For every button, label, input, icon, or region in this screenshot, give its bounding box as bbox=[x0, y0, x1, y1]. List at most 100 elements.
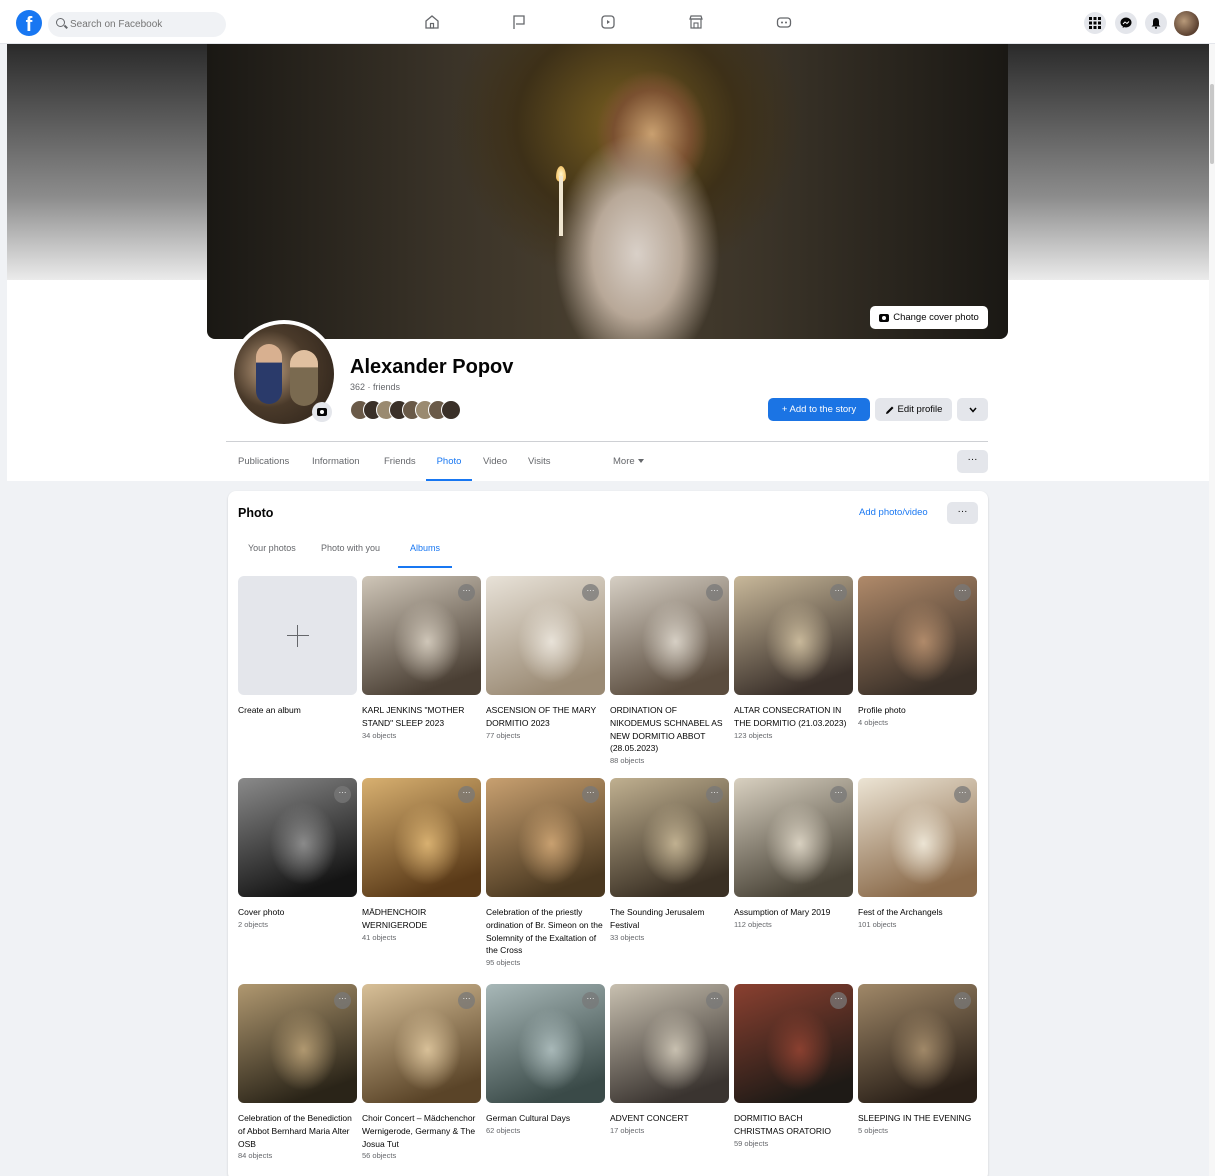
album-options-button[interactable]: ··· bbox=[830, 992, 847, 1009]
album-cover-image[interactable]: ··· bbox=[362, 778, 481, 897]
album-options-button[interactable]: ··· bbox=[954, 992, 971, 1009]
album-cover-image[interactable]: ··· bbox=[238, 984, 357, 1103]
album-tile[interactable]: ··· SLEEPING IN THE EVENING 5 objects bbox=[858, 984, 977, 1136]
album-options-button[interactable]: ··· bbox=[582, 584, 599, 601]
album-title[interactable]: Celebration of the priestly ordination o… bbox=[486, 906, 605, 957]
messenger-icon[interactable] bbox=[1115, 12, 1137, 34]
flag-icon[interactable] bbox=[511, 14, 527, 30]
update-profile-picture-button[interactable] bbox=[312, 402, 332, 422]
facebook-logo[interactable]: f bbox=[16, 10, 42, 36]
edit-profile-button[interactable]: Edit profile bbox=[875, 398, 952, 421]
album-options-button[interactable]: ··· bbox=[582, 992, 599, 1009]
more-options-button[interactable]: ··· bbox=[957, 450, 988, 473]
friend-avatar[interactable] bbox=[441, 400, 461, 420]
video-play-icon[interactable] bbox=[600, 14, 616, 30]
album-title[interactable]: Profile photo bbox=[858, 704, 977, 717]
album-tile[interactable]: ··· Profile photo 4 objects bbox=[858, 576, 977, 728]
album-title[interactable]: MÄDHENCHOIR WERNIGERODE bbox=[362, 906, 481, 932]
tab-friends[interactable]: Friends bbox=[384, 444, 416, 481]
photo-section-options-button[interactable]: ··· bbox=[947, 502, 978, 524]
album-tile[interactable]: ··· Cover photo 2 objects bbox=[238, 778, 357, 930]
album-cover-image[interactable]: ··· bbox=[362, 984, 481, 1103]
album-tile[interactable]: ··· MÄDHENCHOIR WERNIGERODE 41 objects bbox=[362, 778, 481, 943]
album-options-button[interactable]: ··· bbox=[458, 584, 475, 601]
create-album-tile[interactable]: Create an album bbox=[238, 576, 357, 717]
album-title[interactable]: ORDINATION OF NIKODEMUS SCHNABEL AS NEW … bbox=[610, 704, 729, 755]
album-title[interactable]: KARL JENKINS "MOTHER STAND" SLEEP 2023 bbox=[362, 704, 481, 730]
friends-count[interactable]: 362 · friends bbox=[350, 382, 400, 392]
album-options-button[interactable]: ··· bbox=[706, 992, 723, 1009]
album-tile[interactable]: ··· The Sounding Jerusalem Festival 33 obj… bbox=[610, 778, 729, 943]
subtab-your-photos[interactable]: Your photos bbox=[248, 534, 296, 568]
subtab-albums[interactable]: Albums bbox=[398, 534, 452, 568]
gaming-icon[interactable] bbox=[776, 14, 792, 30]
album-options-button[interactable]: ··· bbox=[954, 786, 971, 803]
album-title[interactable]: German Cultural Days bbox=[486, 1112, 605, 1125]
album-cover-image[interactable]: ··· bbox=[238, 778, 357, 897]
tab-publications[interactable]: Publications bbox=[238, 444, 289, 481]
album-options-button[interactable]: ··· bbox=[458, 786, 475, 803]
album-title[interactable]: SLEEPING IN THE EVENING bbox=[858, 1112, 977, 1125]
album-cover-image[interactable]: ··· bbox=[734, 778, 853, 897]
search-input[interactable] bbox=[70, 12, 220, 37]
album-cover-image[interactable]: ··· bbox=[734, 984, 853, 1103]
album-cover-image[interactable]: ··· bbox=[858, 778, 977, 897]
album-tile[interactable]: ··· Choir Concert – Mädchenchor Wernigero… bbox=[362, 984, 481, 1161]
album-options-button[interactable]: ··· bbox=[334, 786, 351, 803]
album-title[interactable]: Assumption of Mary 2019 bbox=[734, 906, 853, 919]
album-title[interactable]: ALTAR CONSECRATION IN THE DORMITIO (21.0… bbox=[734, 704, 853, 730]
album-tile[interactable]: ··· Fest of the Archangels 101 objects bbox=[858, 778, 977, 930]
album-title[interactable]: Fest of the Archangels bbox=[858, 906, 977, 919]
album-title[interactable]: ADVENT CONCERT bbox=[610, 1112, 729, 1125]
album-title[interactable]: Choir Concert – Mädchenchor Wernigerode,… bbox=[362, 1112, 481, 1150]
search-box[interactable] bbox=[48, 12, 226, 37]
album-options-button[interactable]: ··· bbox=[706, 584, 723, 601]
album-cover-image[interactable]: ··· bbox=[362, 576, 481, 695]
album-cover-image[interactable]: ··· bbox=[858, 576, 977, 695]
album-options-button[interactable]: ··· bbox=[830, 786, 847, 803]
subtab-photo-with-you[interactable]: Photo with you bbox=[321, 534, 380, 568]
album-tile[interactable]: ··· German Cultural Days 62 objects bbox=[486, 984, 605, 1136]
change-cover-photo-button[interactable]: Change cover photo bbox=[870, 306, 988, 329]
album-options-button[interactable]: ··· bbox=[458, 992, 475, 1009]
home-icon[interactable] bbox=[424, 14, 440, 30]
album-title[interactable]: Celebration of the Benediction of Abbot … bbox=[238, 1112, 357, 1150]
album-tile[interactable]: ··· ADVENT CONCERT 17 objects bbox=[610, 984, 729, 1136]
album-options-button[interactable]: ··· bbox=[706, 786, 723, 803]
album-tile[interactable]: ··· ASCENSION OF THE MARY DORMITIO 2023 77… bbox=[486, 576, 605, 741]
album-title[interactable]: The Sounding Jerusalem Festival bbox=[610, 906, 729, 932]
scrollbar-thumb[interactable] bbox=[1210, 84, 1214, 164]
album-tile[interactable]: ··· DORMITIO BACH CHRISTMAS ORATORIO 59 ob… bbox=[734, 984, 853, 1149]
menu-grid-icon[interactable] bbox=[1084, 12, 1106, 34]
album-cover-image[interactable]: ··· bbox=[486, 576, 605, 695]
album-options-button[interactable]: ··· bbox=[582, 786, 599, 803]
marketplace-icon[interactable] bbox=[688, 14, 704, 30]
album-cover-image[interactable]: ··· bbox=[610, 984, 729, 1103]
tab-visits[interactable]: Visits bbox=[528, 444, 551, 481]
album-cover-image[interactable]: ··· bbox=[610, 576, 729, 695]
tab-more[interactable]: More bbox=[613, 444, 644, 481]
album-cover-image[interactable]: ··· bbox=[486, 984, 605, 1103]
tab-video[interactable]: Video bbox=[483, 444, 507, 481]
create-album-button[interactable] bbox=[238, 576, 357, 695]
notifications-bell-icon[interactable] bbox=[1145, 12, 1167, 34]
album-tile[interactable]: ··· ORDINATION OF NIKODEMUS SCHNABEL AS N… bbox=[610, 576, 729, 766]
add-to-story-button[interactable]: + Add to the story bbox=[768, 398, 870, 421]
album-tile[interactable]: ··· Celebration of the Benediction of Abb… bbox=[238, 984, 357, 1161]
album-cover-image[interactable]: ··· bbox=[610, 778, 729, 897]
album-options-button[interactable]: ··· bbox=[830, 584, 847, 601]
account-avatar[interactable] bbox=[1174, 11, 1199, 36]
album-tile[interactable]: ··· Assumption of Mary 2019 112 objects bbox=[734, 778, 853, 930]
album-tile[interactable]: ··· KARL JENKINS "MOTHER STAND" SLEEP 202… bbox=[362, 576, 481, 741]
album-tile[interactable]: ··· ALTAR CONSECRATION IN THE DORMITIO (2… bbox=[734, 576, 853, 741]
album-title[interactable]: Cover photo bbox=[238, 906, 357, 919]
tab-information[interactable]: Information bbox=[312, 444, 360, 481]
album-cover-image[interactable]: ··· bbox=[858, 984, 977, 1103]
album-cover-image[interactable]: ··· bbox=[486, 778, 605, 897]
album-tile[interactable]: ··· Celebration of the priestly ordinatio… bbox=[486, 778, 605, 968]
friend-avatars-row[interactable] bbox=[350, 400, 461, 420]
album-title[interactable]: DORMITIO BACH CHRISTMAS ORATORIO bbox=[734, 1112, 853, 1138]
page-scrollbar[interactable] bbox=[1209, 44, 1215, 1176]
album-title[interactable]: ASCENSION OF THE MARY DORMITIO 2023 bbox=[486, 704, 605, 730]
album-options-button[interactable]: ··· bbox=[334, 992, 351, 1009]
